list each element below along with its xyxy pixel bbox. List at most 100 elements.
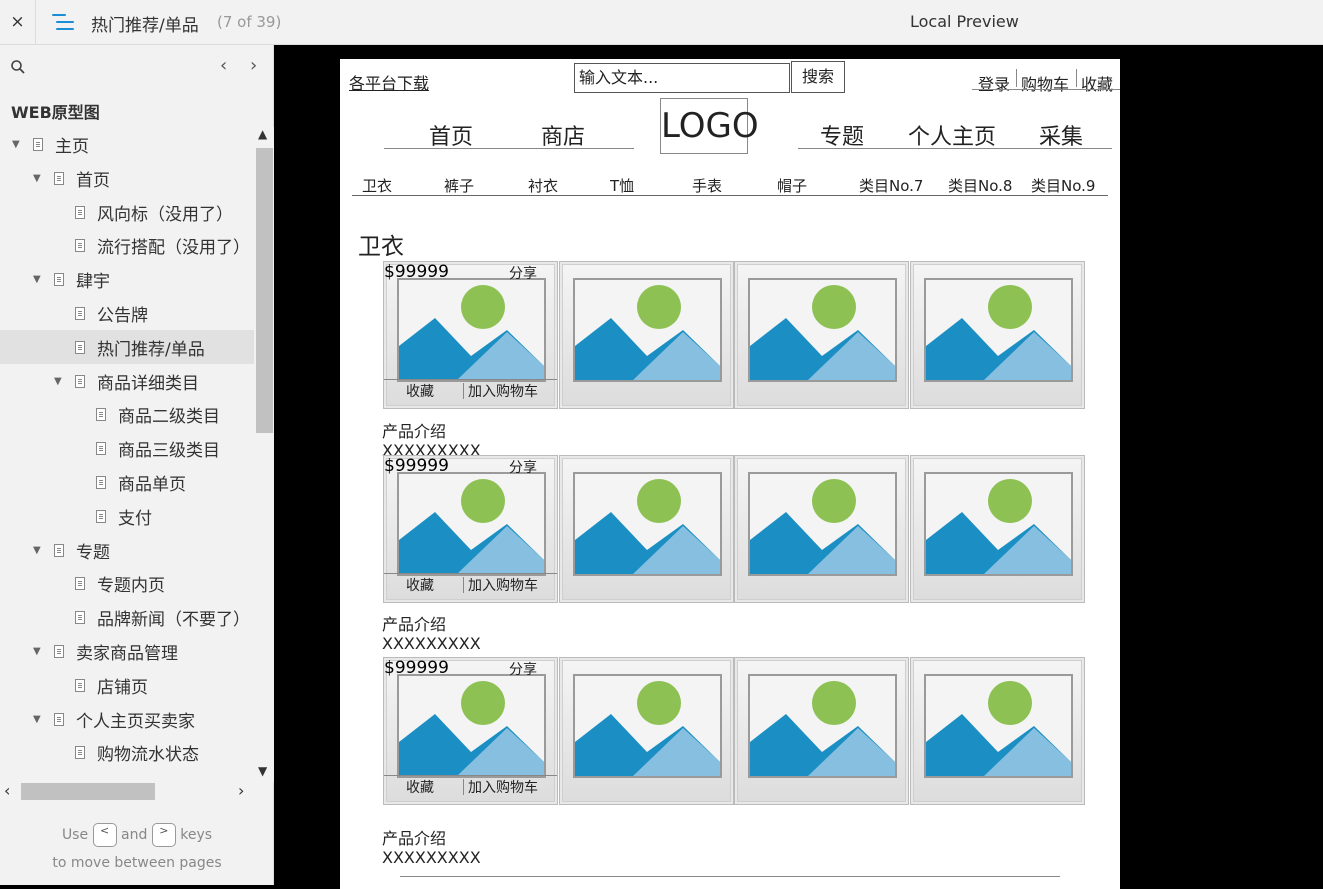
tree-item[interactable]: 商品单页 <box>0 465 254 499</box>
tree-item[interactable]: ▼ 商品详细类目 <box>0 364 254 398</box>
product-image[interactable] <box>734 261 909 409</box>
next-key-icon: > <box>151 823 176 847</box>
expand-caret-icon[interactable]: ▼ <box>54 376 62 387</box>
search-input[interactable]: 输入文本... <box>574 63 790 93</box>
logo[interactable]: LOGO <box>660 98 759 154</box>
intro-label: 产品介绍 <box>382 615 447 634</box>
tree-item[interactable]: ▼ 卖家商品管理 <box>0 634 254 668</box>
image-placeholder-icon <box>924 278 1073 382</box>
image-placeholder-icon <box>573 278 722 382</box>
tree-item[interactable]: ▼ 主页 <box>0 127 254 161</box>
favorites-link[interactable]: 收藏 <box>1081 71 1113 95</box>
tree-item[interactable]: 流行搭配（没用了） <box>0 228 254 262</box>
share-button[interactable]: 分享 <box>509 659 537 679</box>
category-4[interactable]: T恤 <box>610 175 634 196</box>
share-button[interactable]: 分享 <box>509 457 537 477</box>
tree-item-label: 商品详细类目 <box>97 373 199 394</box>
intro-label: 产品介绍 <box>382 829 447 848</box>
expand-caret-icon[interactable]: ▼ <box>33 545 41 556</box>
product-image[interactable] <box>559 657 734 805</box>
scrollbar-thumb[interactable] <box>21 783 155 800</box>
search-button[interactable]: 搜索 <box>791 61 845 93</box>
tree-item[interactable]: 商品三级类目 <box>0 431 254 465</box>
product-image[interactable] <box>559 455 734 603</box>
tree-item[interactable]: 热门推荐/单品 <box>0 330 254 364</box>
category-3[interactable]: 衬衣 <box>528 175 558 196</box>
page-icon <box>54 171 64 185</box>
horizontal-scrollbar[interactable]: ‹ › <box>0 780 254 802</box>
category-1[interactable]: 卫衣 <box>362 175 392 196</box>
tree-item[interactable]: 公告牌 <box>0 296 254 330</box>
page-icon <box>96 475 106 489</box>
category-7[interactable]: 类目No.7 <box>859 175 923 196</box>
prototype-page: 各平台下载 输入文本... 搜索 登录 购物车 收藏 首页 商店 专题 个人主页… <box>340 59 1120 889</box>
tree-item[interactable]: 品牌新闻（不要了） <box>0 600 254 634</box>
divider <box>384 148 634 149</box>
image-placeholder-icon <box>924 472 1073 576</box>
tree-item[interactable]: ▼ 个人主页买卖家 <box>0 702 254 736</box>
search-icon[interactable] <box>10 59 26 75</box>
tree-item[interactable]: ▼ 专题 <box>0 533 254 567</box>
tree-item-label: 商品单页 <box>118 474 186 495</box>
keyboard-hint: Use < and > keys to move between pages <box>0 821 274 877</box>
login-link[interactable]: 登录 <box>978 71 1010 95</box>
product-image[interactable] <box>910 261 1085 409</box>
favorite-button[interactable]: 收藏 <box>406 777 434 797</box>
share-button[interactable]: 分享 <box>509 263 537 283</box>
tree-item[interactable]: 风向标（没用了） <box>0 195 254 229</box>
top-bar: × 热门推荐/单品 (7 of 39) Local Preview <box>0 0 1323 45</box>
add-to-cart-button[interactable]: 加入购物车 <box>468 777 538 797</box>
product-image[interactable] <box>559 261 734 409</box>
tree-item[interactable]: 购物车 <box>0 769 254 777</box>
expand-caret-icon[interactable]: ▼ <box>33 173 41 184</box>
category-9[interactable]: 类目No.9 <box>1031 175 1095 196</box>
category-5[interactable]: 手表 <box>692 175 722 196</box>
category-8[interactable]: 类目No.8 <box>948 175 1012 196</box>
menu-icon[interactable] <box>52 12 74 32</box>
scroll-up-icon[interactable]: ▲ <box>258 127 267 141</box>
nav-home[interactable]: 首页 <box>429 119 473 151</box>
tree-item[interactable]: 商品二级类目 <box>0 397 254 431</box>
expand-caret-icon[interactable]: ▼ <box>33 714 41 725</box>
page-icon <box>75 340 85 354</box>
download-link[interactable]: 各平台下载 <box>349 70 429 94</box>
category-2[interactable]: 裤子 <box>444 175 474 196</box>
add-to-cart-button[interactable]: 加入购物车 <box>468 575 538 595</box>
favorite-button[interactable]: 收藏 <box>406 381 434 401</box>
expand-caret-icon[interactable]: ▼ <box>12 139 20 150</box>
scroll-left-icon[interactable]: ‹ <box>4 781 10 800</box>
nav-collect[interactable]: 采集 <box>1039 119 1083 151</box>
nav-topics[interactable]: 专题 <box>820 119 864 151</box>
tree-item[interactable]: 店铺页 <box>0 668 254 702</box>
vertical-scrollbar[interactable]: ▲ ▼ <box>254 127 274 782</box>
tree-item-label: 购物流水状态 <box>97 744 199 765</box>
nav-store[interactable]: 商店 <box>541 119 585 151</box>
tree-item[interactable]: 购物流水状态 <box>0 735 254 769</box>
expand-caret-icon[interactable]: ▼ <box>33 646 41 657</box>
intro-label: 产品介绍 <box>382 422 447 441</box>
category-6[interactable]: 帽子 <box>777 175 807 196</box>
tree-item-label: 专题 <box>76 542 110 563</box>
tree-item[interactable]: 支付 <box>0 499 254 533</box>
scroll-right-icon[interactable]: › <box>238 781 244 800</box>
scroll-down-icon[interactable]: ▼ <box>258 764 267 778</box>
tree-item[interactable]: ▼ 首页 <box>0 161 254 195</box>
product-image[interactable] <box>910 657 1085 805</box>
product-image[interactable] <box>734 657 909 805</box>
tree-item-label: 热门推荐/单品 <box>97 339 205 360</box>
add-to-cart-button[interactable]: 加入购物车 <box>468 381 538 401</box>
scrollbar-thumb[interactable] <box>256 148 273 433</box>
tree-item[interactable]: ▼ 肆宇 <box>0 262 254 296</box>
product-image[interactable] <box>910 455 1085 603</box>
page-icon <box>96 509 106 523</box>
favorite-button[interactable]: 收藏 <box>406 575 434 595</box>
prev-page-icon[interactable]: ‹ <box>220 55 227 76</box>
image-placeholder-icon <box>573 472 722 576</box>
tree-item[interactable]: 专题内页 <box>0 566 254 600</box>
product-image[interactable] <box>734 455 909 603</box>
nav-profile[interactable]: 个人主页 <box>908 119 996 151</box>
next-page-icon[interactable]: › <box>250 55 257 76</box>
close-icon[interactable]: × <box>0 0 36 44</box>
expand-caret-icon[interactable]: ▼ <box>33 274 41 285</box>
cart-link[interactable]: 购物车 <box>1021 71 1069 95</box>
